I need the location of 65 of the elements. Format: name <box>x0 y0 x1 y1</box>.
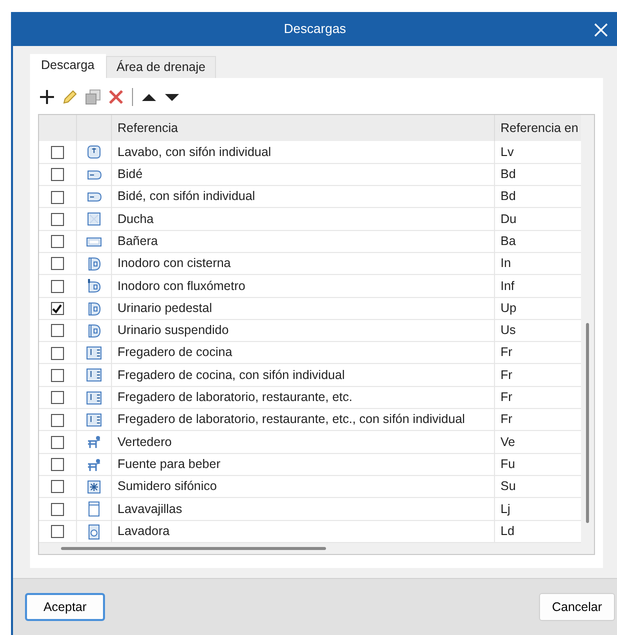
table-cell: Lavadora <box>111 520 494 542</box>
checkbox[interactable] <box>50 525 64 538</box>
table-cell: Inodoro con fluxómetro <box>111 274 494 298</box>
checkbox[interactable] <box>50 368 64 382</box>
window-title: Descargas <box>284 20 346 38</box>
toilet-icon <box>86 322 102 339</box>
table-cell: Lavabo, con sifón individual <box>111 141 494 164</box>
vertical-scrollbar[interactable] <box>586 323 589 523</box>
table-cell: Fregadero de laboratorio, restaurante, etc. <box>111 386 494 409</box>
checkbox[interactable] <box>50 324 64 338</box>
table-cell: Fregadero de cocina <box>111 342 494 364</box>
toilet-icon <box>86 300 102 317</box>
table-cell: Urinario suspendido <box>111 319 494 342</box>
add-icon[interactable] <box>38 88 56 106</box>
sink-icon <box>86 390 102 406</box>
table-cell: Fregadero de cocina, con sifón individual <box>111 364 494 386</box>
fountain-icon <box>86 456 102 473</box>
accept-button[interactable]: Aceptar <box>25 593 105 621</box>
table-cell: Fuente para beber <box>111 453 494 476</box>
checkbox[interactable] <box>50 146 64 159</box>
delete-icon[interactable] <box>107 88 125 106</box>
sink-icon <box>86 367 102 384</box>
sink-icon <box>86 345 102 362</box>
table-cell: Vertedero <box>111 430 494 454</box>
checkbox[interactable] <box>50 212 64 226</box>
toilet-icon <box>86 278 102 294</box>
checkbox[interactable] <box>50 257 64 270</box>
drain-icon <box>86 478 102 495</box>
table-cell: Urinario pedestal <box>111 297 494 320</box>
checkbox[interactable] <box>50 414 64 427</box>
fountain-icon <box>86 434 102 450</box>
checkbox[interactable] <box>50 436 64 449</box>
pencil-icon[interactable] <box>61 88 79 106</box>
cancel-button[interactable]: Cancelar <box>538 593 615 621</box>
checkbox[interactable] <box>50 480 64 494</box>
table-cell: Bañera <box>111 230 494 252</box>
table-cell: Sumidero sifónico <box>111 475 494 498</box>
checkbox[interactable] <box>50 302 64 316</box>
table-cell: Ducha <box>111 208 494 230</box>
toilet-icon <box>86 256 102 272</box>
checkbox[interactable] <box>50 346 64 360</box>
checkbox[interactable] <box>50 190 64 204</box>
tab[interactable]: Descarga <box>30 54 106 78</box>
column-header[interactable]: Referencia en <box>494 115 581 141</box>
checkbox[interactable] <box>50 458 64 472</box>
table-cell: Bidé <box>111 163 494 186</box>
table-cell: Fregadero de laboratorio, restaurante, etc., con sifón individual <box>111 408 494 431</box>
tab[interactable]: Área de drenaje <box>106 56 216 78</box>
table-cell: Lavavajillas <box>111 498 494 520</box>
sink-icon <box>86 412 102 428</box>
checkbox[interactable] <box>50 235 64 248</box>
checkbox[interactable] <box>50 280 64 293</box>
table-cell: Inodoro con cisterna <box>111 252 494 275</box>
checkbox[interactable] <box>50 168 64 182</box>
checkbox[interactable] <box>50 502 64 516</box>
dishwasher-icon <box>86 501 102 518</box>
column-header[interactable]: Referencia <box>111 115 494 141</box>
close-icon <box>593 22 609 38</box>
checkbox[interactable] <box>50 391 64 404</box>
horizontal-scrollbar[interactable] <box>61 546 326 550</box>
copy-icon[interactable] <box>84 88 102 106</box>
table-cell: Bidé, con sifón individual <box>111 186 494 208</box>
basin-icon <box>86 144 102 160</box>
washing-machine-icon <box>86 524 102 540</box>
shower-icon <box>86 211 102 228</box>
